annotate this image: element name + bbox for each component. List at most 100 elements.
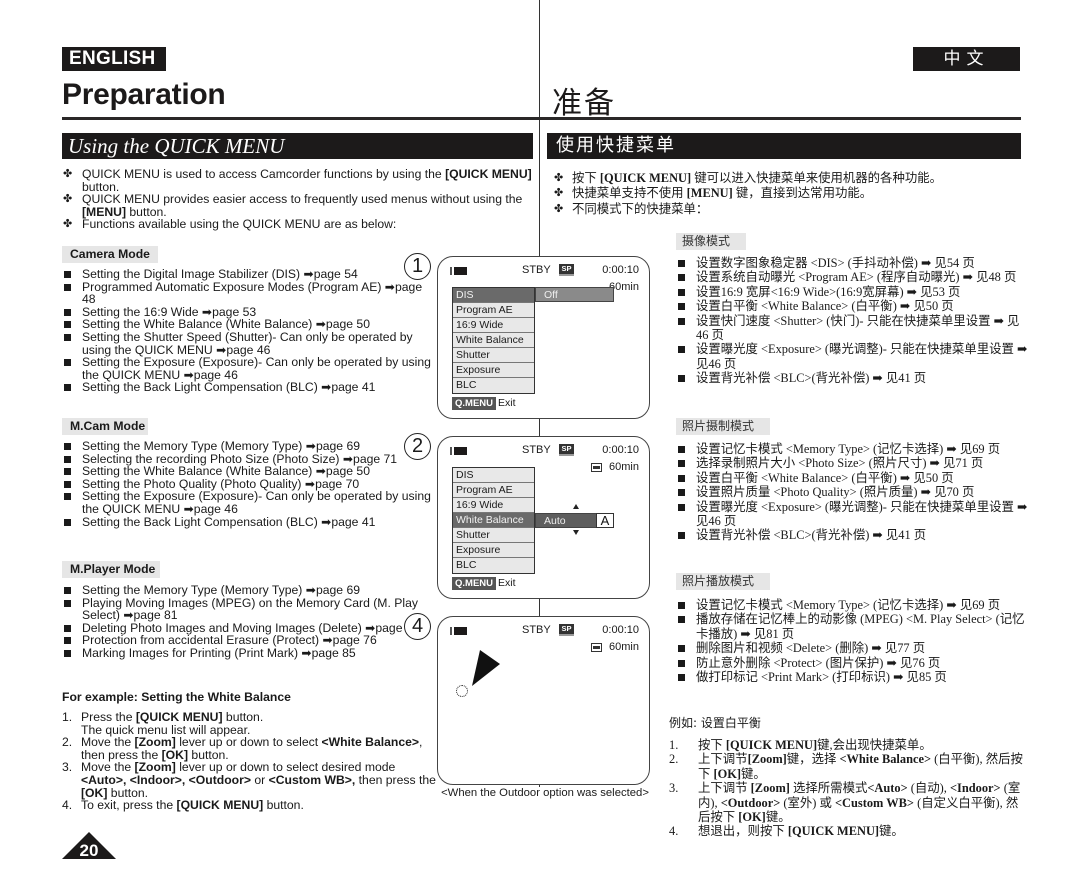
list-item-text: 设置记忆卡模式 <Memory Type> (记忆卡选择) ➡ 见69 页 xyxy=(696,442,1001,456)
step-number: 3. xyxy=(62,760,73,775)
menu-item: Program AE xyxy=(453,483,534,498)
step-number: 4. xyxy=(62,798,73,813)
bullet-icon: ✤ xyxy=(63,193,73,206)
square-bullet-icon xyxy=(678,602,685,609)
outdoor-sun-icon xyxy=(456,685,468,697)
list-item: Setting the Back Light Compensation (BLC… xyxy=(62,381,432,394)
list-item-text: Marking Images for Printing (Print Mark)… xyxy=(82,645,356,660)
square-bullet-icon xyxy=(64,384,71,392)
list-item: Programmed Automatic Exposure Modes (Pro… xyxy=(62,279,432,307)
lcd-screen-quick-menu: STBY SP 0:00:10 60min DIS Program AE 16:9 … xyxy=(437,256,650,419)
status-mode: STBY xyxy=(522,444,551,456)
step-number: 4. xyxy=(669,824,679,839)
mode-label-mcam: M.Cam Mode xyxy=(62,418,148,435)
list-item: 删除图片和视频 <Delete> (删除) ➡ 见77 页 xyxy=(676,641,1028,655)
menu-item: DIS xyxy=(453,468,534,483)
list-item-text: Setting the Exposure (Exposure)- Can onl… xyxy=(82,355,431,382)
function-list-mplayer: Setting the Memory Type (Memory Type) ➡p… xyxy=(62,584,422,660)
square-bullet-icon xyxy=(64,308,71,316)
tape-speed-badge: SP xyxy=(559,624,574,636)
step-number: 2. xyxy=(62,735,73,750)
status-mode: STBY xyxy=(522,264,551,276)
intro-item: ✤ QUICK MENU provides easier access to fr… xyxy=(63,192,523,219)
square-bullet-icon xyxy=(64,587,71,594)
list-item-text: 设置曝光度 <Exposure> (曝光调整)- 只能在快捷菜单里设置 ➡ 见4… xyxy=(696,342,1028,371)
list-item: 设置记忆卡模式 <Memory Type> (记忆卡选择) ➡ 见69 页 xyxy=(676,598,1028,612)
square-bullet-icon xyxy=(64,321,71,329)
square-bullet-icon xyxy=(678,446,685,453)
square-bullet-icon xyxy=(64,624,71,632)
list-item: Setting the Exposure (Exposure)- Can onl… xyxy=(62,356,432,381)
square-bullet-icon xyxy=(678,274,685,282)
connector-line xyxy=(539,419,540,437)
step-item: 1. Press the [QUICK MENU] button. The quic… xyxy=(62,710,264,737)
mode-label-camera: Camera Mode xyxy=(62,246,158,263)
bullet-icon: ✤ xyxy=(63,168,73,180)
page-number: 20 xyxy=(62,832,116,860)
remaining-time: 60min xyxy=(609,641,639,653)
list-item-text: 设置白平衡 <White Balance> (白平衡) ➡ 见50 页 xyxy=(696,470,954,485)
example-title-chinese: 例如: 设置白平衡 xyxy=(669,716,761,730)
list-item: 设置快门速度 <Shutter> (快门)- 只能在快捷菜单里设置 ➡ 见46 … xyxy=(676,314,1028,343)
square-bullet-icon xyxy=(678,616,685,624)
pointer-arrow-icon xyxy=(472,650,500,686)
list-item: 播放存储在记忆棒上的动影像 (MPEG) <M. Play Select> (记… xyxy=(676,612,1028,641)
time-counter: 0:00:10 xyxy=(602,624,639,636)
mode-label-mcam-zh: 照片摄制模式 xyxy=(676,418,770,435)
lcd-caption: <When the Outdoor option was selected> xyxy=(434,787,656,799)
list-item-text: 设置记忆卡模式 <Memory Type> (记忆卡选择) ➡ 见69 页 xyxy=(696,598,1001,612)
list-item-text: 设置系统自动曝光 <Program AE> (程序自动曝光) ➡ 见48 页 xyxy=(696,270,1017,285)
mode-label-mplayer-zh: 照片播放模式 xyxy=(676,573,770,590)
language-tag-chinese: 中文 xyxy=(913,47,1020,71)
bullet-icon: ✤ xyxy=(554,187,564,200)
connector-line xyxy=(539,599,540,617)
menu-item: 16:9 Wide xyxy=(453,318,534,333)
step-item: 4. 想退出，则按下 [QUICK MENU]键。 xyxy=(669,824,904,839)
list-item-text: 设置16:9 宽屏<16:9 Wide>(16:9宽屏幕) ➡ 见53 页 xyxy=(696,284,961,299)
square-bullet-icon xyxy=(678,460,685,468)
list-item: 设置背光补偿 <BLC>(背光补偿) ➡ 见41 页 xyxy=(676,371,1028,385)
square-bullet-icon xyxy=(678,503,685,511)
list-item-text: 设置背光补偿 <BLC>(背光补偿) ➡ 见41 页 xyxy=(696,371,927,386)
list-item-text: 设置曝光度 <Exposure> (曝光调整)- 只能在快捷菜单里设置 ➡ 见4… xyxy=(696,499,1028,529)
lcd-screen-white-balance: STBY SP 0:00:10 60min DIS Program AE 16:9 … xyxy=(437,436,650,599)
square-bullet-icon xyxy=(64,283,71,291)
square-bullet-icon xyxy=(678,659,685,667)
bullet-icon: ✤ xyxy=(554,202,564,215)
menu-item: White Balance xyxy=(453,513,534,528)
intro-item: ✤ 不同模式下的快捷菜单： xyxy=(554,201,709,216)
quick-menu-list: DIS Program AE 16:9 Wide White Balance Shutt… xyxy=(452,287,535,394)
qmenu-exit-hint: Q.MENU Exit xyxy=(452,397,516,410)
qmenu-tag: Q.MENU xyxy=(452,397,496,410)
list-item: 设置背光补偿 <BLC>(背光补偿) ➡ 见41 页 xyxy=(676,528,1028,542)
tape-icon xyxy=(591,463,602,472)
list-item-text: 播放存储在记忆棒上的动影像 (MPEG) <M. Play Select> (记… xyxy=(696,612,1025,641)
square-bullet-icon xyxy=(678,489,685,497)
quick-menu-list: DIS Program AE 16:9 Wide White Balance Shutt… xyxy=(452,467,535,574)
arrow-down-icon xyxy=(573,530,579,535)
time-counter: 0:00:10 xyxy=(602,444,639,456)
qmenu-action: Exit xyxy=(498,577,516,589)
list-item: Setting the Exposure (Exposure)- Can onl… xyxy=(62,490,432,515)
menu-value: Off xyxy=(535,287,614,302)
list-item-text: Programmed Automatic Exposure Modes (Pro… xyxy=(82,279,423,307)
bullet-icon: ✤ xyxy=(554,172,564,184)
square-bullet-icon xyxy=(678,288,685,296)
step-number: 2. xyxy=(669,752,679,767)
list-item-text: 设置快门速度 <Shutter> (快门)- 只能在快捷菜单里设置 ➡ 见46 … xyxy=(696,313,1020,343)
step-item: 2. Move the [Zoom] lever up or down to se… xyxy=(62,735,423,762)
mode-label-camera-zh: 摄像模式 xyxy=(676,233,746,250)
list-item: Setting the Back Light Compensation (BLC… xyxy=(62,515,432,529)
square-bullet-icon xyxy=(64,493,71,501)
list-item-text: Setting the Shutter Speed (Shutter)- Can… xyxy=(82,329,413,357)
list-item: 选择录制照片大小 <Photo Size> (照片尺寸) ➡ 见71 页 xyxy=(676,456,1028,470)
function-list-mcam: Setting the Memory Type (Memory Type) ➡p… xyxy=(62,440,432,528)
menu-item: DIS xyxy=(453,288,534,303)
tape-speed-badge: SP xyxy=(559,444,574,456)
step-number-circle: 2 xyxy=(404,433,431,460)
function-list-camera: Setting the Digital Image Stabilizer (DI… xyxy=(62,268,432,394)
steps-list-chinese: 1. 按下 [QUICK MENU]键,会出现快捷菜单。 2. 上下调节[Zoom]键… xyxy=(669,738,1029,839)
list-item: 做打印标记 <Print Mark> (打印标识) ➡ 见85 页 xyxy=(676,670,1028,684)
language-tag-english: ENGLISH xyxy=(62,47,166,71)
intro-item: ✤ Functions available using the QUICK MEN… xyxy=(63,217,397,232)
